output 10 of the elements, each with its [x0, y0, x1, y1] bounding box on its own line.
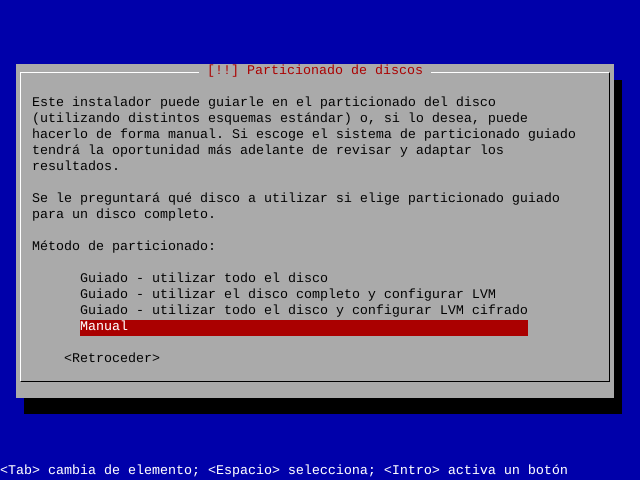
menu-option[interactable]: Guiado - utilizar el disco completo y configurar LVM [80, 288, 528, 304]
dialog-title: [!!] Particionado de discos [206, 64, 424, 80]
menu-option[interactable]: Guiado - utilizar todo el disco [80, 272, 528, 288]
menu-option[interactable]: Guiado - utilizar todo el disco y configurar LVM cifrado [80, 304, 528, 320]
description-text: Este instalador puede guiarle en el particionado del disco (utilizando distintos esquemas estándar) o, si lo desea, puede hacerlo de forma manual. Si escoge el sistema de particionado guiado tendrá la oportunidad más adelante de revisar y adaptar los resultados. [32, 96, 577, 176]
prompt-label: Método de particionado: [32, 240, 217, 256]
menu-option[interactable]: Manual [80, 320, 528, 336]
back-button[interactable]: <Retroceder> [64, 352, 160, 368]
key-hints-text: <Tab> cambia de elemento; <Espacio> selecciona; <Intro> activa un botón [0, 464, 568, 479]
description-text: Se le preguntará qué disco a utilizar si elige particionado guiado para un disco completo. [32, 192, 561, 224]
